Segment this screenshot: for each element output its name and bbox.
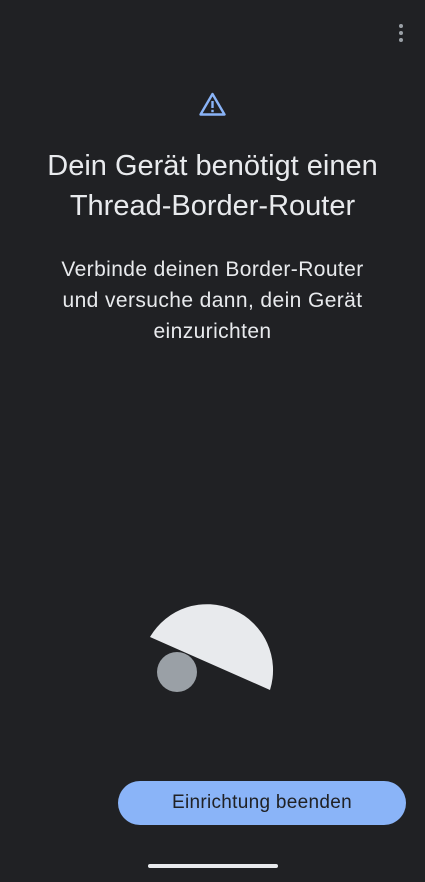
page-title: Dein Gerät benötigt einen Thread-Border-… (0, 146, 425, 226)
grey-circle-shape (157, 652, 197, 692)
subtitle-line: und versuche dann, dein Gerät (62, 289, 363, 312)
router-illustration (150, 604, 274, 692)
title-line: Thread-Border-Router (69, 190, 356, 222)
home-indicator[interactable] (148, 864, 278, 868)
menu-dot (399, 38, 403, 42)
title-line: Dein Gerät benötigt einen (47, 150, 378, 182)
warning-icon (199, 92, 226, 116)
page-subtitle: Verbinde deinen Border-Router und versuc… (20, 254, 405, 347)
more-options-icon[interactable] (391, 18, 411, 48)
subtitle-line: Verbinde deinen Border-Router (61, 258, 364, 281)
subtitle-line: einzurichten (153, 320, 272, 343)
finish-setup-button[interactable]: Einrichtung beenden (118, 781, 406, 825)
menu-dot (399, 31, 403, 35)
menu-dot (399, 24, 403, 28)
